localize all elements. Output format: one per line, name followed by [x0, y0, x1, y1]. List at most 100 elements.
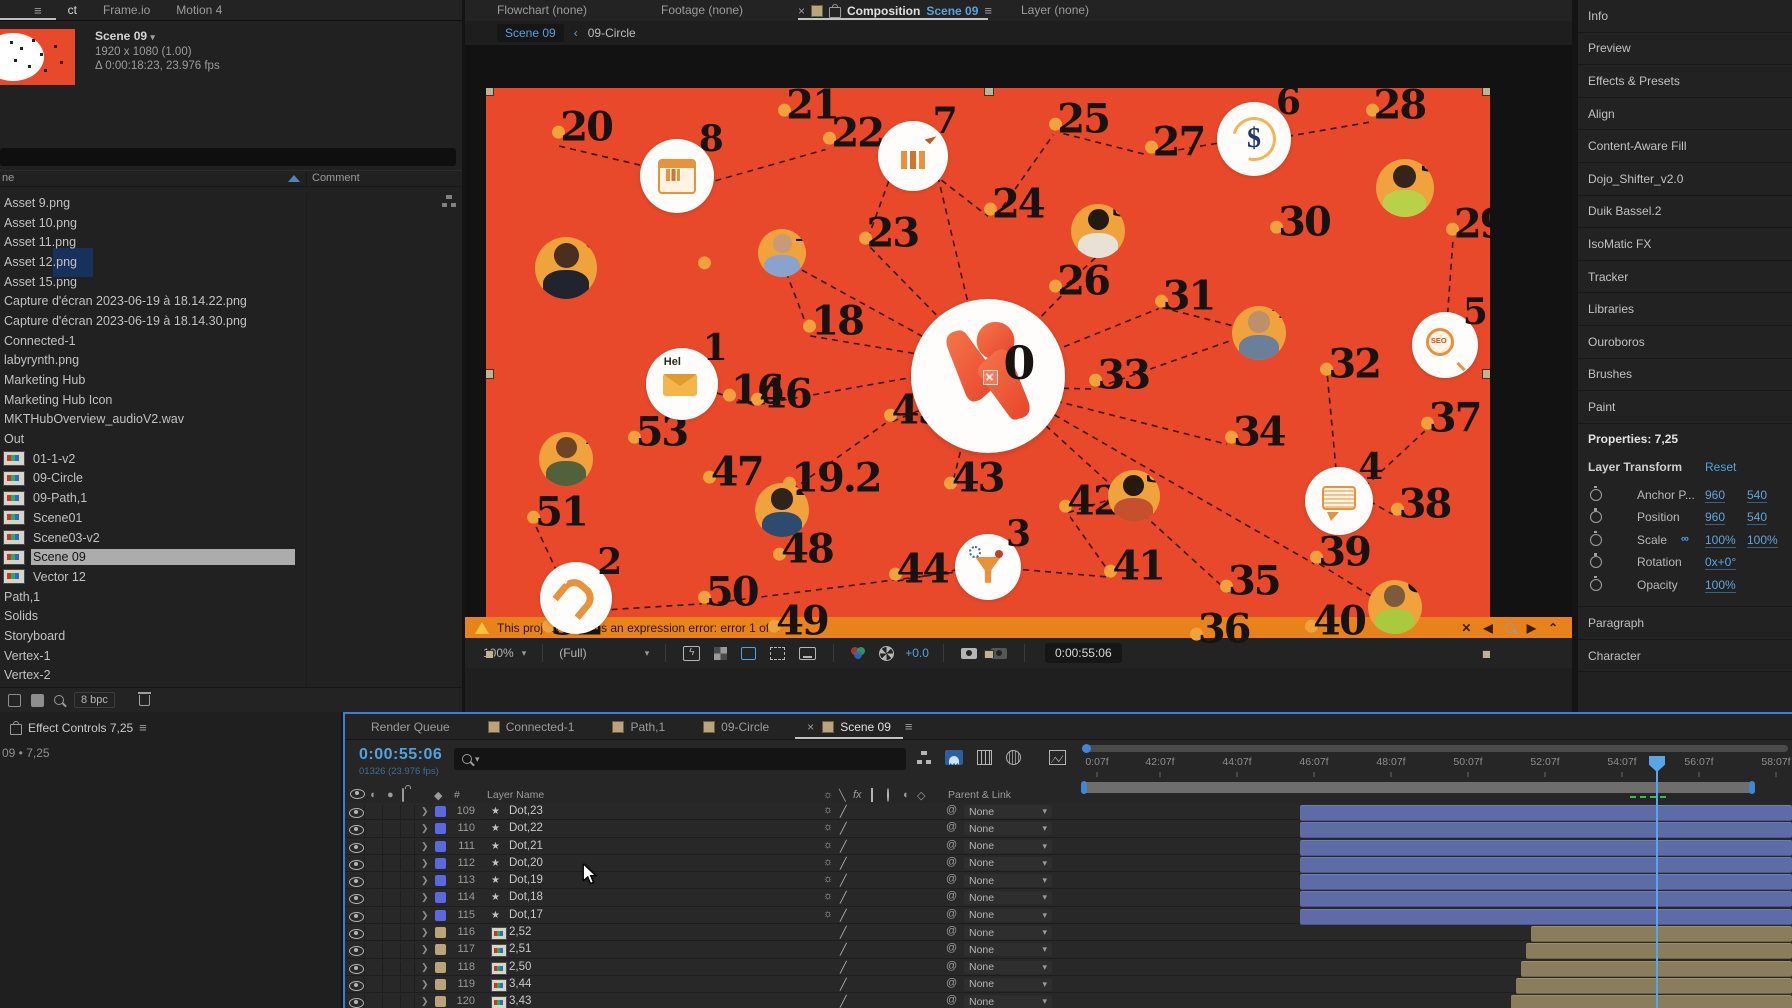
parent-pickwhip-icon[interactable]: @ — [946, 960, 957, 972]
tab-flowchart[interactable]: Flowchart (none) — [497, 3, 587, 17]
fx-column-icon[interactable]: fx — [853, 789, 862, 801]
parent-select[interactable]: None ▾ — [964, 874, 1052, 888]
selection-handle[interactable] — [486, 369, 494, 379]
eye-icon[interactable] — [349, 980, 364, 991]
quality-switch[interactable]: ╱ — [840, 995, 847, 1008]
parent-select[interactable]: None ▾ — [964, 805, 1052, 818]
label-swatch[interactable] — [435, 840, 446, 852]
trash-icon[interactable] — [137, 691, 151, 706]
workspace-tab[interactable]: Frame.io — [103, 3, 150, 17]
project-list-item[interactable]: 01-1-v2 — [0, 449, 462, 469]
panel-menu-icon[interactable]: ≡ — [139, 720, 147, 735]
selection-handle[interactable] — [984, 88, 994, 96]
stopwatch-icon[interactable] — [1590, 553, 1602, 569]
project-list-item[interactable]: Vector 12 — [0, 567, 462, 587]
lock-column-icon[interactable] — [402, 788, 404, 802]
expander-icon[interactable]: ❯ — [421, 823, 429, 834]
timeline-tab[interactable]: Render Queue — [369, 716, 452, 738]
tab-composition[interactable]: × Composition Scene 09 ≡ — [798, 3, 992, 18]
collapse-column-icon[interactable]: ☼ — [823, 789, 833, 801]
parent-pickwhip-icon[interactable]: @ — [946, 977, 957, 989]
project-list-item[interactable]: Vertex-2 — [0, 666, 462, 686]
current-timecode[interactable]: 0:00:55:06 — [359, 746, 442, 764]
panel-menu-icon[interactable]: ≡ — [905, 719, 913, 734]
project-list-item[interactable]: 09-Path,1 — [0, 488, 462, 508]
transform-value[interactable]: 100% — [1747, 533, 1778, 548]
collapse-switch[interactable]: ☼ — [823, 908, 833, 920]
bit-depth-button[interactable]: 8 bpc — [74, 692, 115, 708]
stopwatch-icon[interactable] — [1590, 508, 1602, 524]
icon-node[interactable]: Hel 1 — [645, 331, 728, 421]
layer-duration-bar[interactable] — [1300, 874, 1792, 891]
project-list-item[interactable]: Path,1 — [0, 587, 462, 607]
collapse-switch[interactable]: ☼ — [823, 873, 833, 885]
icon-node[interactable]: 4 — [1305, 449, 1383, 536]
parent-select[interactable]: None ▾ — [964, 995, 1052, 1008]
expander-icon[interactable]: ❯ — [421, 806, 429, 817]
close-icon[interactable]: × — [807, 720, 814, 734]
center-logo-node[interactable]: 0 — [911, 298, 1065, 453]
layer-name[interactable]: 3,43 — [509, 995, 531, 1007]
column-name[interactable]: ne — [2, 172, 14, 184]
quality-switch[interactable]: ╱ — [840, 891, 847, 904]
eye-icon[interactable] — [349, 911, 364, 922]
icon-node[interactable]: SEO 5 — [1411, 294, 1488, 378]
project-list-item[interactable]: Marketing Hub Icon — [0, 390, 462, 410]
workspace-tab[interactable]: ct — [68, 3, 77, 17]
layer-duration-bar[interactable] — [1300, 891, 1792, 908]
collapsed-panel-tab[interactable]: Libraries — [1578, 293, 1792, 326]
parent-select[interactable]: None ▾ — [964, 839, 1052, 853]
layer-duration-bar[interactable] — [1300, 839, 1792, 856]
collapsed-panel-tab[interactable]: Dojo_Shifter_v2.0 — [1578, 162, 1792, 196]
label-swatch[interactable] — [435, 978, 446, 990]
project-list-item[interactable]: Vertex-1 — [0, 646, 462, 666]
selection-handle[interactable] — [1482, 369, 1490, 379]
quality-switch[interactable]: ╱ — [840, 909, 847, 922]
eye-icon[interactable] — [349, 825, 364, 836]
layer-name[interactable]: 3,44 — [509, 978, 531, 990]
parent-pickwhip-icon[interactable]: @ — [946, 821, 957, 833]
layer-row[interactable]: ❯ 114 ★ Dot,18 ☼ ╱ @ None ▾ — [345, 889, 1792, 908]
collapsed-panel-tab[interactable]: Preview — [1578, 32, 1792, 66]
photo-node[interactable]: 9 — [1375, 158, 1434, 217]
parent-select[interactable]: None ▾ — [964, 822, 1052, 836]
parent-select[interactable]: None ▾ — [964, 856, 1052, 870]
collapse-switch[interactable]: ☼ — [823, 804, 833, 816]
label-column-icon[interactable]: ◆ — [434, 789, 442, 802]
transform-value[interactable]: 100% — [1705, 533, 1736, 548]
expander-icon[interactable]: ❯ — [421, 875, 429, 886]
composition-canvas[interactable]: 20 21 22 23 24 25 26 27 28 2 30 31 32 33… — [486, 88, 1490, 658]
collapse-switch[interactable]: ☼ — [823, 839, 833, 851]
transform-value[interactable]: 540 — [1747, 488, 1768, 503]
label-swatch[interactable] — [435, 909, 446, 921]
parent-pickwhip-icon[interactable]: @ — [946, 856, 957, 868]
layer-name[interactable]: Dot,20 — [509, 857, 543, 869]
icon-node[interactable]: 7 — [877, 104, 958, 192]
search-icon[interactable] — [54, 695, 64, 705]
project-list-item[interactable]: Connected-1 — [0, 331, 462, 351]
layer-name[interactable]: Dot,22 — [509, 822, 543, 834]
lock-icon[interactable] — [829, 3, 842, 18]
layer-duration-bar[interactable] — [1516, 977, 1792, 994]
flowchart-mini-icon[interactable] — [442, 195, 456, 207]
project-list-item[interactable]: Scene01 — [0, 508, 462, 528]
breadcrumb-current[interactable]: 09-Circle — [588, 26, 636, 40]
quality-switch[interactable]: ╱ — [840, 874, 847, 887]
collapse-switch[interactable]: ☼ — [823, 821, 833, 833]
photo-node[interactable]: 6 — [535, 236, 598, 299]
layer-anchor-icon[interactable] — [983, 369, 999, 385]
label-swatch[interactable] — [435, 875, 446, 887]
selection-handle[interactable] — [1482, 650, 1490, 658]
expander-icon[interactable]: ❯ — [421, 944, 429, 955]
layer-name[interactable]: 2,52 — [509, 926, 531, 938]
close-icon[interactable]: × — [798, 4, 805, 18]
parent-select[interactable]: None ▾ — [964, 908, 1052, 922]
photo-node[interactable]: 2 — [755, 482, 810, 537]
layer-name-column[interactable]: Layer Name — [487, 789, 544, 801]
playhead-line[interactable] — [1656, 756, 1658, 1008]
parent-select[interactable]: None ▾ — [964, 891, 1052, 905]
collapsed-panel-tab[interactable]: Align — [1578, 97, 1792, 131]
parent-pickwhip-icon[interactable]: @ — [946, 839, 957, 851]
project-list-item[interactable]: MKTHubOverview_audioV2.wav — [0, 410, 462, 430]
reveal-error-icon[interactable] — [1504, 622, 1515, 633]
